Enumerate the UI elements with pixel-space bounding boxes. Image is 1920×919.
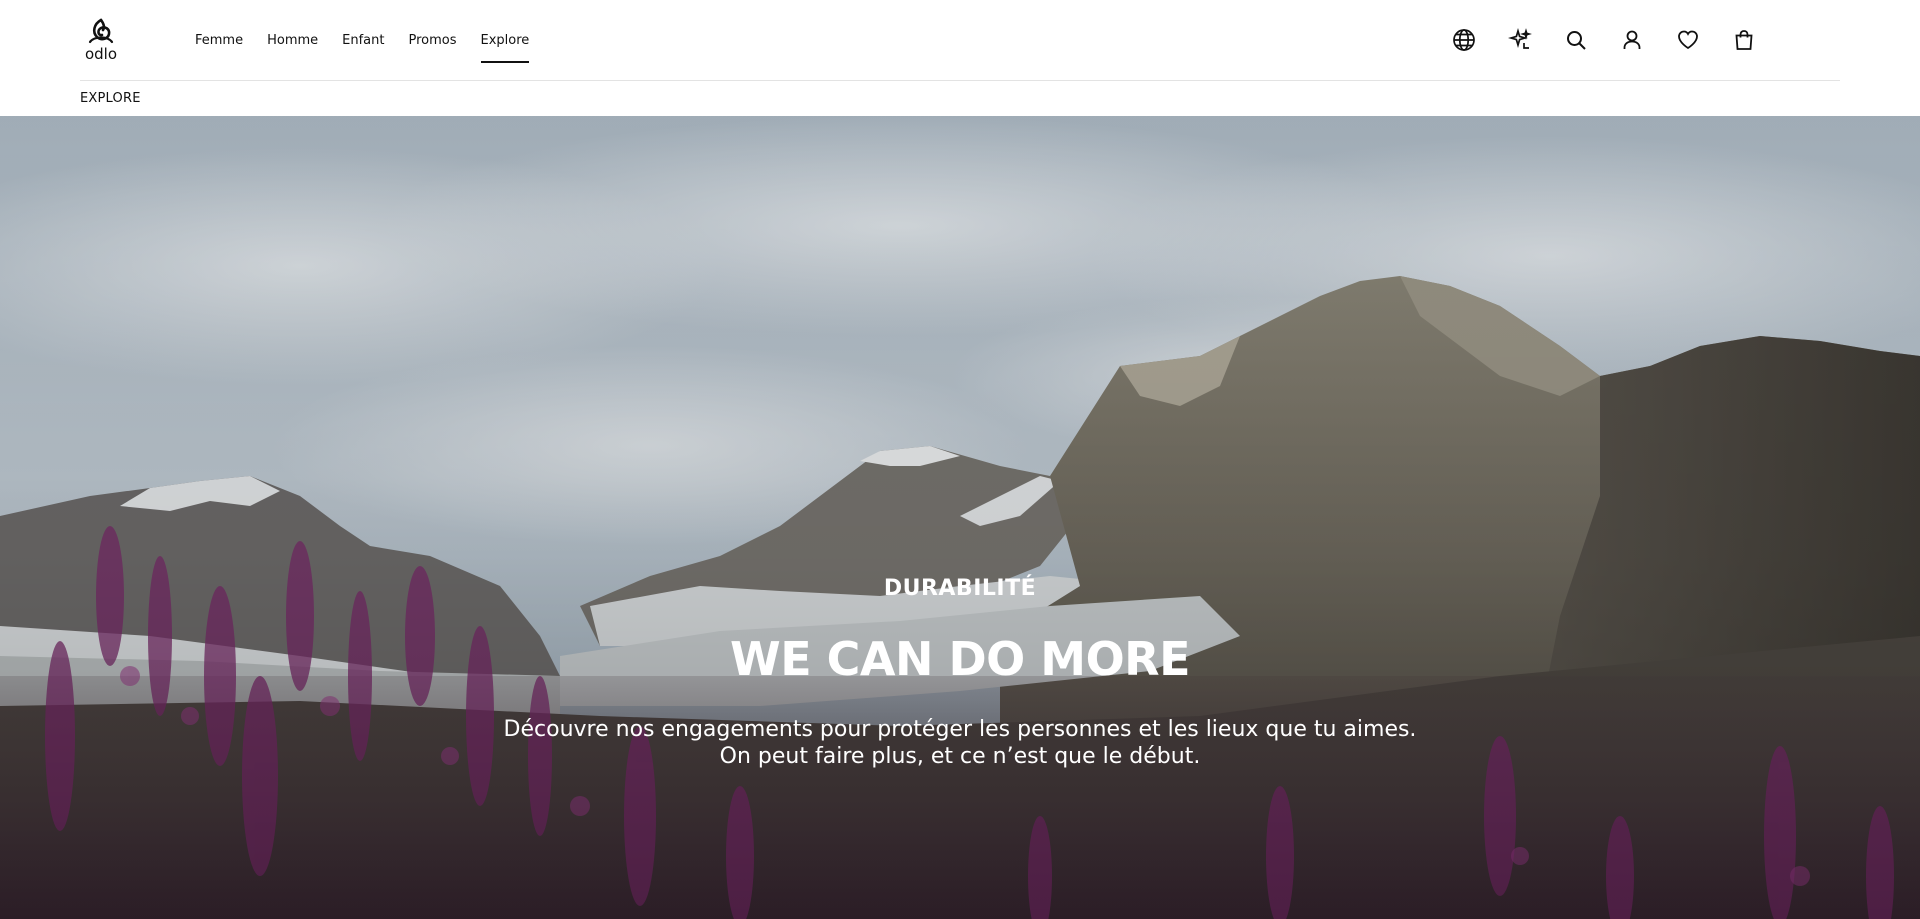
account-icon[interactable] bbox=[1618, 26, 1646, 54]
hero-description-line-1: Découvre nos engagements pour protéger l… bbox=[503, 717, 1417, 742]
odlo-mark-icon bbox=[88, 18, 114, 44]
hero-banner[interactable]: DURABILITÉ WE CAN DO MORE Découvre nos e… bbox=[0, 116, 1920, 919]
nav-item-promos[interactable]: Promos bbox=[409, 0, 457, 81]
breadcrumb[interactable]: EXPLORE bbox=[80, 91, 141, 106]
hero-kicker: DURABILITÉ bbox=[883, 576, 1037, 601]
wishlist-heart-icon[interactable] bbox=[1674, 26, 1702, 54]
hero-headline: WE CAN DO MORE bbox=[729, 632, 1191, 686]
breadcrumb-bar: EXPLORE bbox=[0, 81, 1920, 116]
shopping-bag-icon[interactable] bbox=[1730, 26, 1758, 54]
logo-wordmark: odlo bbox=[84, 45, 118, 63]
globe-icon[interactable] bbox=[1450, 26, 1478, 54]
site-header: odlo Femme Homme Enfant Promos Explore bbox=[0, 0, 1920, 81]
nav-item-explore[interactable]: Explore bbox=[480, 0, 529, 81]
nav-item-enfant[interactable]: Enfant bbox=[342, 0, 384, 81]
nav-item-femme[interactable]: Femme bbox=[195, 0, 243, 81]
main-nav: Femme Homme Enfant Promos Explore bbox=[195, 0, 529, 81]
search-icon[interactable] bbox=[1562, 26, 1590, 54]
odlo-logo[interactable]: odlo bbox=[78, 18, 124, 62]
hero-description-line-2: On peut faire plus, et ce n’est que le d… bbox=[719, 744, 1201, 769]
nav-item-homme[interactable]: Homme bbox=[267, 0, 318, 81]
ai-sparkle-icon[interactable] bbox=[1506, 26, 1534, 54]
hero-overlay bbox=[0, 116, 1920, 919]
hero-description: Découvre nos engagements pour protéger l… bbox=[0, 716, 1920, 770]
